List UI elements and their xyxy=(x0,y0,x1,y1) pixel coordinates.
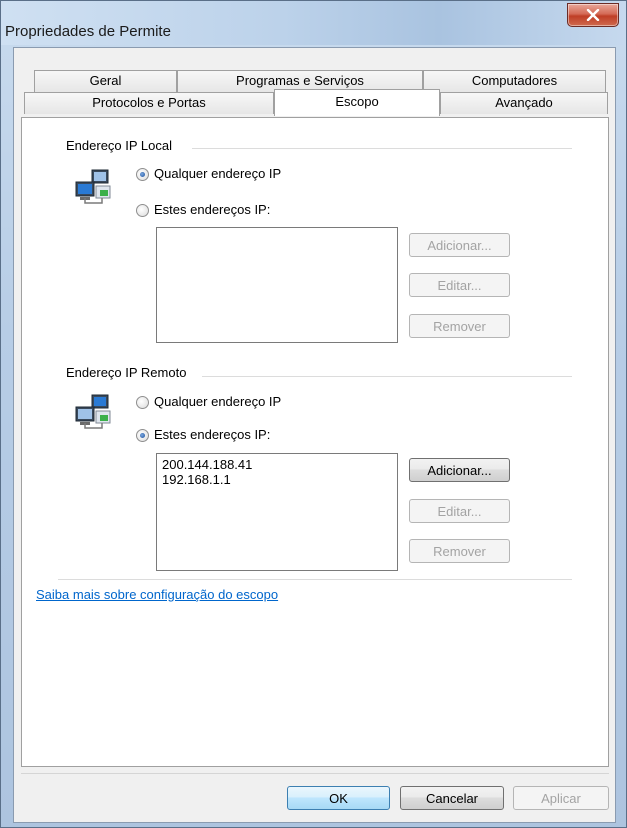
local-these-radio[interactable] xyxy=(136,204,149,217)
network-computers-icon xyxy=(75,169,111,204)
footer-divider xyxy=(21,773,609,774)
ok-button[interactable]: OK xyxy=(287,786,390,810)
window-title: Propriedades de Permite xyxy=(5,23,171,40)
network-computers-icon xyxy=(75,394,111,429)
tab-escopo[interactable]: Escopo xyxy=(274,89,440,116)
remote-edit-button[interactable]: Editar... xyxy=(409,499,510,523)
tab-label: Escopo xyxy=(335,94,379,109)
remote-group-label: Endereço IP Remoto xyxy=(66,365,191,380)
group-divider xyxy=(192,148,572,149)
tab-computadores[interactable]: Computadores xyxy=(423,70,606,92)
scope-help-link[interactable]: Saiba mais sobre configuração do escopo xyxy=(36,587,278,602)
tab-protocolos-portas[interactable]: Protocolos e Portas xyxy=(24,92,274,114)
local-any-label[interactable]: Qualquer endereço IP xyxy=(154,166,281,181)
remote-add-button[interactable]: Adicionar... xyxy=(409,458,510,482)
group-divider xyxy=(202,376,572,377)
dialog-window: Propriedades de Permite Geral Programas … xyxy=(0,0,627,828)
list-item[interactable]: 192.168.1.1 xyxy=(162,472,392,487)
remote-address-list[interactable]: 200.144.188.41 192.168.1.1 xyxy=(156,453,398,571)
local-group-label: Endereço IP Local xyxy=(66,138,176,153)
tab-label: Geral xyxy=(89,73,122,88)
remote-any-label[interactable]: Qualquer endereço IP xyxy=(154,394,281,409)
scope-tab-panel: Endereço IP Local Qualquer endereço IP E… xyxy=(21,117,609,767)
close-icon xyxy=(586,9,600,21)
tab-avancado[interactable]: Avançado xyxy=(440,92,608,114)
remote-any-radio[interactable] xyxy=(136,396,149,409)
apply-button[interactable]: Aplicar xyxy=(513,786,609,810)
remote-these-label[interactable]: Estes endereços IP: xyxy=(154,427,270,442)
tab-label: Programas e Serviços xyxy=(236,73,364,88)
tab-geral[interactable]: Geral xyxy=(34,70,177,92)
local-address-list[interactable] xyxy=(156,227,398,343)
list-item[interactable]: 200.144.188.41 xyxy=(162,457,392,472)
group-divider xyxy=(58,579,572,580)
local-these-label[interactable]: Estes endereços IP: xyxy=(154,202,270,217)
cancel-button[interactable]: Cancelar xyxy=(400,786,504,810)
local-remove-button[interactable]: Remover xyxy=(409,314,510,338)
local-any-radio[interactable] xyxy=(136,168,149,181)
close-button[interactable] xyxy=(567,3,619,27)
local-add-button[interactable]: Adicionar... xyxy=(409,233,510,257)
remote-these-radio[interactable] xyxy=(136,429,149,442)
tab-label: Avançado xyxy=(495,95,553,110)
tab-label: Protocolos e Portas xyxy=(92,95,206,110)
local-edit-button[interactable]: Editar... xyxy=(409,273,510,297)
title-bar[interactable]: Propriedades de Permite xyxy=(1,1,626,45)
tab-label: Computadores xyxy=(471,73,558,88)
remote-remove-button[interactable]: Remover xyxy=(409,539,510,563)
